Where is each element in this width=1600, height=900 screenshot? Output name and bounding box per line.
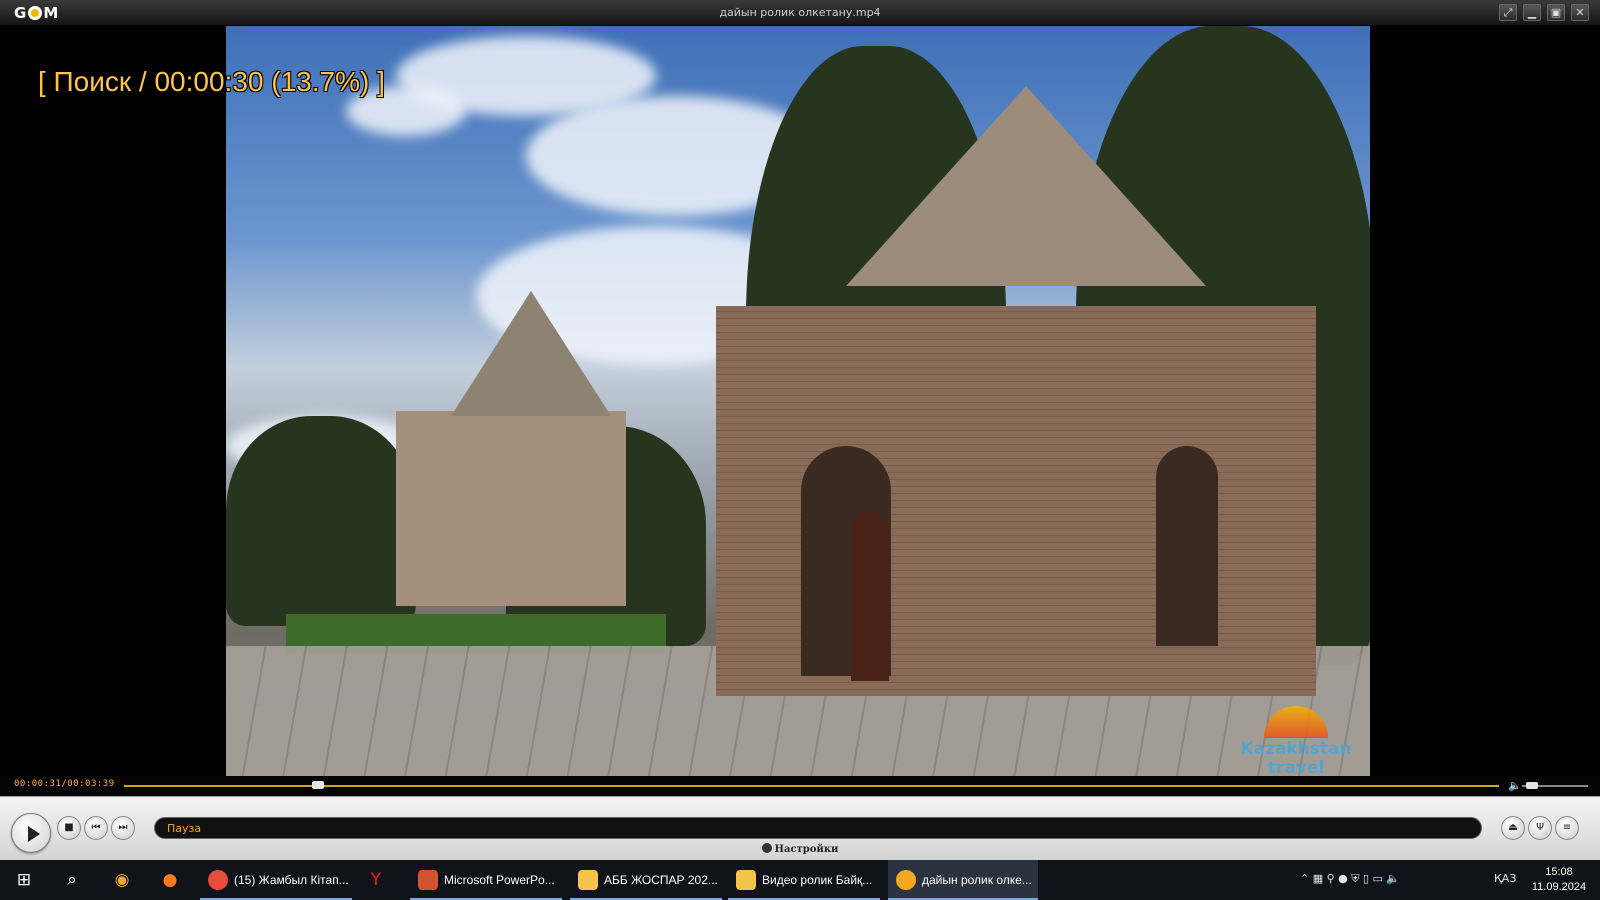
taskbar-item-chrome[interactable]: (15) Жамбыл Кітап... (200, 860, 352, 900)
restore-icon[interactable]: ⤢ (1499, 4, 1517, 21)
taskbar-item-folder-2[interactable]: Видео ролик Байқ... (728, 860, 880, 900)
chrome-icon (208, 870, 228, 890)
gear-icon (761, 843, 772, 853)
video-frame: Kazakhstan travel (226, 26, 1370, 786)
volume-thumb[interactable] (1525, 782, 1538, 789)
kazakhstan-travel-watermark: Kazakhstan travel (1236, 706, 1356, 778)
volume-icon[interactable]: 🔈 (1508, 779, 1522, 792)
firefox-icon[interactable]: ● (156, 866, 184, 894)
yandex-icon[interactable]: Y (362, 866, 390, 894)
seek-row: 00:00:31/00:03:39 🔈 (0, 776, 1600, 796)
windows-start-icon[interactable]: ⊞ (10, 866, 38, 894)
previous-button[interactable]: ⏮ (84, 816, 108, 840)
control-bar: ■ ⏮ ⏭ Пауза ⏏ Ψ ≡ Настройки (0, 796, 1600, 860)
app-icon[interactable]: ◉ (108, 866, 136, 894)
seek-bar[interactable] (124, 785, 1499, 787)
taskbar-item-folder-1[interactable]: АББ ЖОСПАР 202... (570, 860, 722, 900)
playlist-button[interactable]: Ψ (1528, 816, 1552, 840)
folder-icon (578, 870, 598, 890)
folder-icon (736, 870, 756, 890)
settings-link[interactable]: Настройки (0, 843, 1600, 855)
close-button[interactable]: ✕ (1571, 4, 1589, 21)
maximize-button[interactable]: ▣ (1547, 4, 1565, 21)
stop-button[interactable]: ■ (57, 816, 81, 840)
window-title: дайын ролик олкетану.mp4 (719, 6, 881, 19)
time-display: 00:00:31/00:03:39 (14, 779, 115, 789)
gom-player-window: GM дайын ролик олкетану.mp4 ⤢ ▁ ▣ ✕ Kaza… (0, 0, 1600, 900)
seek-osd: [ Поиск / 00:00:30 (13.7%) ] (38, 66, 385, 97)
minimize-button[interactable]: ▁ (1523, 4, 1541, 21)
language-indicator[interactable]: ҚАЗ (1494, 872, 1516, 885)
eject-button[interactable]: ⏏ (1501, 816, 1525, 840)
gom-icon (896, 870, 916, 890)
taskbar-item-powerpoint[interactable]: Microsoft PowerPo... (410, 860, 562, 900)
tray-icons[interactable]: ⌃ ▦ ⚲ ● ⛨ ▯ ▭ 🔈 (1300, 872, 1400, 886)
taskbar-clock[interactable]: 15:08 11.09.2024 (1524, 865, 1594, 895)
search-icon[interactable]: ⌕ (58, 866, 86, 894)
powerpoint-icon (418, 870, 438, 890)
play-icon (28, 826, 40, 842)
video-area[interactable]: Kazakhstan travel [ Поиск / 00:00:30 (13… (10, 26, 1590, 786)
menu-button[interactable]: ≡ (1555, 816, 1579, 840)
seek-thumb[interactable] (312, 781, 325, 789)
status-text: Пауза (167, 822, 202, 835)
next-button[interactable]: ⏭ (111, 816, 135, 840)
windows-taskbar: ⊞ ⌕ ◉ ● Y (15) Жамбыл Кітап... Microsoft… (0, 860, 1600, 900)
status-bar: Пауза (154, 817, 1482, 839)
taskbar-item-gom[interactable]: дайын ролик олке... (888, 860, 1038, 900)
title-bar[interactable]: GM дайын ролик олкетану.mp4 ⤢ ▁ ▣ ✕ (0, 0, 1600, 26)
